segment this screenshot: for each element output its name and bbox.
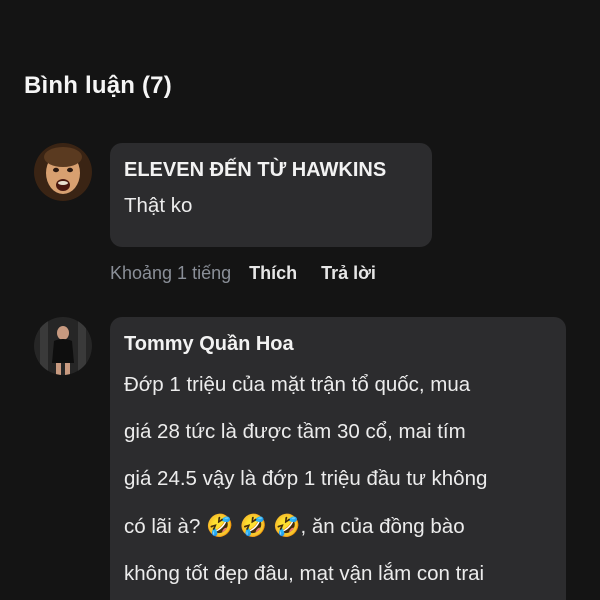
comment-text-line: giá 28 tức là được tầm 30 cổ, mai tím — [124, 420, 466, 443]
comment-author[interactable]: ELEVEN ĐẾN TỪ HAWKINS — [124, 157, 418, 183]
comment-text: Thật ko — [124, 194, 193, 217]
avatar[interactable] — [34, 317, 92, 375]
comment-text-segment: , ăn của đồng bào — [300, 515, 465, 538]
laughing-emoji-icon: 🤣 🤣 🤣 — [206, 513, 301, 538]
reply-button[interactable]: Trả lời — [321, 263, 376, 284]
comment-item: Tommy Quần Hoa Đớp 1 triệu của mặt trận … — [34, 317, 600, 600]
comment-bubble: ELEVEN ĐẾN TỪ HAWKINS Thật ko — [110, 143, 432, 247]
avatar-image — [34, 143, 92, 201]
comment-author[interactable]: Tommy Quần Hoa — [124, 331, 552, 357]
comment-text-segment: có lãi à? — [124, 515, 201, 538]
comment-item: ELEVEN ĐẾN TỪ HAWKINS Thật ko Khoảng 1 t… — [34, 143, 600, 293]
comment-timestamp: Khoảng 1 tiếng — [110, 263, 232, 283]
comment-text-line: có lãi à? 🤣 🤣 🤣, ăn của đồng bào — [124, 502, 552, 550]
comment-text-line: Đớp 1 triệu của mặt trận tổ quốc, mua — [124, 373, 471, 396]
avatar-image — [34, 317, 92, 375]
comment-actions: Khoảng 1 tiếng Thích Trả lời — [110, 263, 400, 284]
comments-section-title: Bình luận (7) — [24, 72, 172, 99]
avatar[interactable] — [34, 143, 92, 201]
comments-page: Bình luận (7) ELEVEN ĐẾN TỪ HAWKINS Thật… — [0, 0, 600, 600]
comment-text-line: không tốt đẹp đâu, mạt vận lắm con trai — [124, 562, 485, 585]
comment-text: Đớp 1 triệu của mặt trận tổ quốc, mua gi… — [124, 361, 552, 597]
comment-bubble: Tommy Quần Hoa Đớp 1 triệu của mặt trận … — [110, 317, 566, 600]
like-button[interactable]: Thích — [249, 263, 297, 284]
comment-text-line: giá 24.5 vậy là đớp 1 triệu đầu tư không — [124, 467, 488, 490]
